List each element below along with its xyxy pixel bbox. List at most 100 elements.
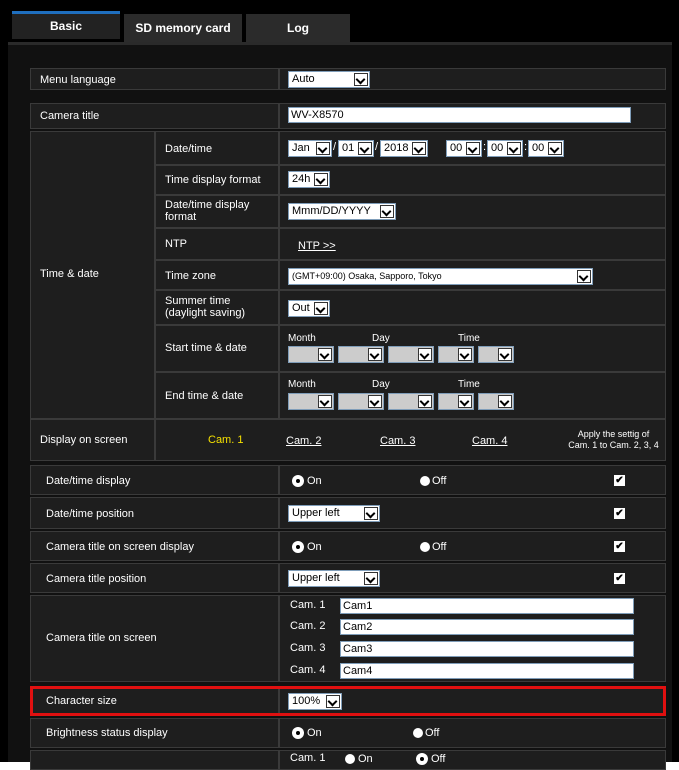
camera-title-input[interactable]: WV-X8570 (288, 107, 631, 123)
start-day-select[interactable] (388, 346, 434, 363)
camtitle-cam4-input[interactable]: Cam4 (340, 663, 634, 679)
chevron-down-icon (316, 142, 330, 155)
summer-time-select[interactable]: Out (288, 300, 330, 317)
time-separator: : (524, 141, 528, 153)
month-select[interactable]: Jan (288, 140, 332, 157)
time-zone-select[interactable]: (GMT+09:00) Osaka, Sapporo, Tokyo (288, 268, 593, 285)
start-time-date-label: Start time & date (165, 342, 247, 354)
datetime-position-select[interactable]: Upper left (288, 505, 380, 522)
camtitle-display-value-cell (279, 531, 666, 561)
chevron-down-icon (314, 173, 328, 186)
menu-language-label: Menu language (40, 74, 116, 86)
camtitle-cam4-label: Cam. 4 (290, 664, 326, 676)
datetime-display-off-label: Off (432, 475, 447, 487)
camtitle-position-label: Camera title position (46, 573, 147, 585)
highlight-box (30, 686, 666, 716)
chevron-down-icon (458, 348, 472, 361)
camtitle-display-off-radio[interactable] (420, 542, 430, 552)
cam-4-link[interactable]: Cam. 4 (472, 435, 507, 447)
camtitle-position-select[interactable]: Upper left (288, 570, 380, 587)
apply-note-line-1: Apply the settig of (577, 429, 650, 439)
end-month-select[interactable] (288, 393, 334, 410)
time-zone-label: Time zone (165, 270, 216, 282)
partial-off-radio[interactable] (417, 754, 427, 764)
apply-checkbox-camtitle-position[interactable]: ✔ (614, 573, 625, 584)
chevron-down-icon (364, 572, 378, 585)
ntp-link[interactable]: NTP >> (298, 240, 336, 252)
summer-time-label: Summer time (daylight saving) (165, 295, 246, 319)
end-month-label: Month (288, 379, 316, 390)
start-month-select[interactable] (288, 346, 334, 363)
camtitle-cam1-input[interactable]: Cam1 (340, 598, 634, 614)
day-select[interactable]: 01 (338, 140, 374, 157)
camtitle-cam1-label: Cam. 1 (290, 599, 326, 611)
year-select[interactable]: 2018 (380, 140, 428, 157)
cam-1-tab[interactable]: Cam. 1 (208, 434, 243, 446)
datetime-display-label: Date/time display (46, 475, 131, 487)
start-hour-select[interactable] (438, 346, 474, 363)
partial-on-label: On (358, 753, 373, 765)
time-display-format-select[interactable]: 24h (288, 171, 330, 188)
apply-checkbox-datetime-position[interactable]: ✔ (614, 508, 625, 519)
camtitle-cam2-input[interactable]: Cam2 (340, 619, 634, 635)
camtitle-display-on-radio[interactable] (293, 542, 303, 552)
start-minute-select[interactable] (478, 346, 514, 363)
date-separator: / (375, 141, 379, 153)
end-week-select[interactable] (338, 393, 384, 410)
chevron-down-icon (318, 348, 332, 361)
camtitle-on-screen-label: Camera title on screen (46, 632, 157, 644)
brightness-value-cell (279, 718, 666, 748)
hour-select[interactable]: 00 (446, 140, 482, 157)
partial-label-cell (30, 750, 279, 770)
cam-2-link[interactable]: Cam. 2 (286, 435, 321, 447)
brightness-on-label: On (307, 727, 322, 739)
start-week-select[interactable] (338, 346, 384, 363)
chevron-down-icon (318, 395, 332, 408)
chevron-down-icon (368, 395, 382, 408)
time-separator: : (483, 141, 487, 153)
chevron-down-icon (418, 395, 432, 408)
tab-sd-memory-card[interactable]: SD memory card (124, 14, 242, 42)
chevron-down-icon (498, 395, 512, 408)
partial-value-cell (279, 750, 666, 770)
cam-3-link[interactable]: Cam. 3 (380, 435, 415, 447)
chevron-down-icon (548, 142, 562, 155)
datetime-display-on-radio[interactable] (293, 476, 303, 486)
second-select[interactable]: 00 (528, 140, 564, 157)
chevron-down-icon (358, 142, 372, 155)
menu-language-select[interactable]: Auto (288, 71, 370, 88)
datetime-display-value-cell (279, 465, 666, 495)
tab-log[interactable]: Log (246, 14, 350, 42)
apply-note-line-2: Cam. 1 to Cam. 2, 3, 4 (568, 440, 659, 450)
brightness-label: Brightness status display (46, 727, 168, 739)
tab-basic[interactable]: Basic (12, 11, 120, 39)
camtitle-cam3-input[interactable]: Cam3 (340, 641, 634, 657)
display-on-screen-label: Display on screen (40, 434, 128, 446)
brightness-on-radio[interactable] (293, 728, 303, 738)
chevron-down-icon (498, 348, 512, 361)
time-display-format-label: Time display format (165, 174, 261, 186)
chevron-down-icon (314, 302, 328, 315)
chevron-down-icon (418, 348, 432, 361)
time-format-value-cell (279, 165, 666, 195)
datetime-display-off-radio[interactable] (420, 476, 430, 486)
datetime-display-format-select[interactable]: Mmm/DD/YYYY (288, 203, 396, 220)
camtitle-display-label: Camera title on screen display (46, 541, 194, 553)
partial-off-label: Off (431, 753, 446, 765)
apply-checkbox-datetime-display[interactable]: ✔ (614, 475, 625, 486)
end-time-date-label: End time & date (165, 390, 244, 402)
start-time-label: Time (458, 333, 480, 344)
ntp-label: NTP (165, 238, 187, 250)
datetime-display-format-label: Date/time display format (165, 199, 250, 223)
apply-checkbox-camtitle-display[interactable]: ✔ (614, 541, 625, 552)
brightness-off-label: Off (425, 727, 440, 739)
end-day-label: Day (372, 379, 390, 390)
end-day-select[interactable] (388, 393, 434, 410)
end-minute-select[interactable] (478, 393, 514, 410)
time-date-label: Time & date (40, 268, 99, 280)
partial-on-radio[interactable] (345, 754, 355, 764)
datetime-display-on-label: On (307, 475, 322, 487)
brightness-off-radio[interactable] (413, 728, 423, 738)
end-hour-select[interactable] (438, 393, 474, 410)
minute-select[interactable]: 00 (487, 140, 523, 157)
